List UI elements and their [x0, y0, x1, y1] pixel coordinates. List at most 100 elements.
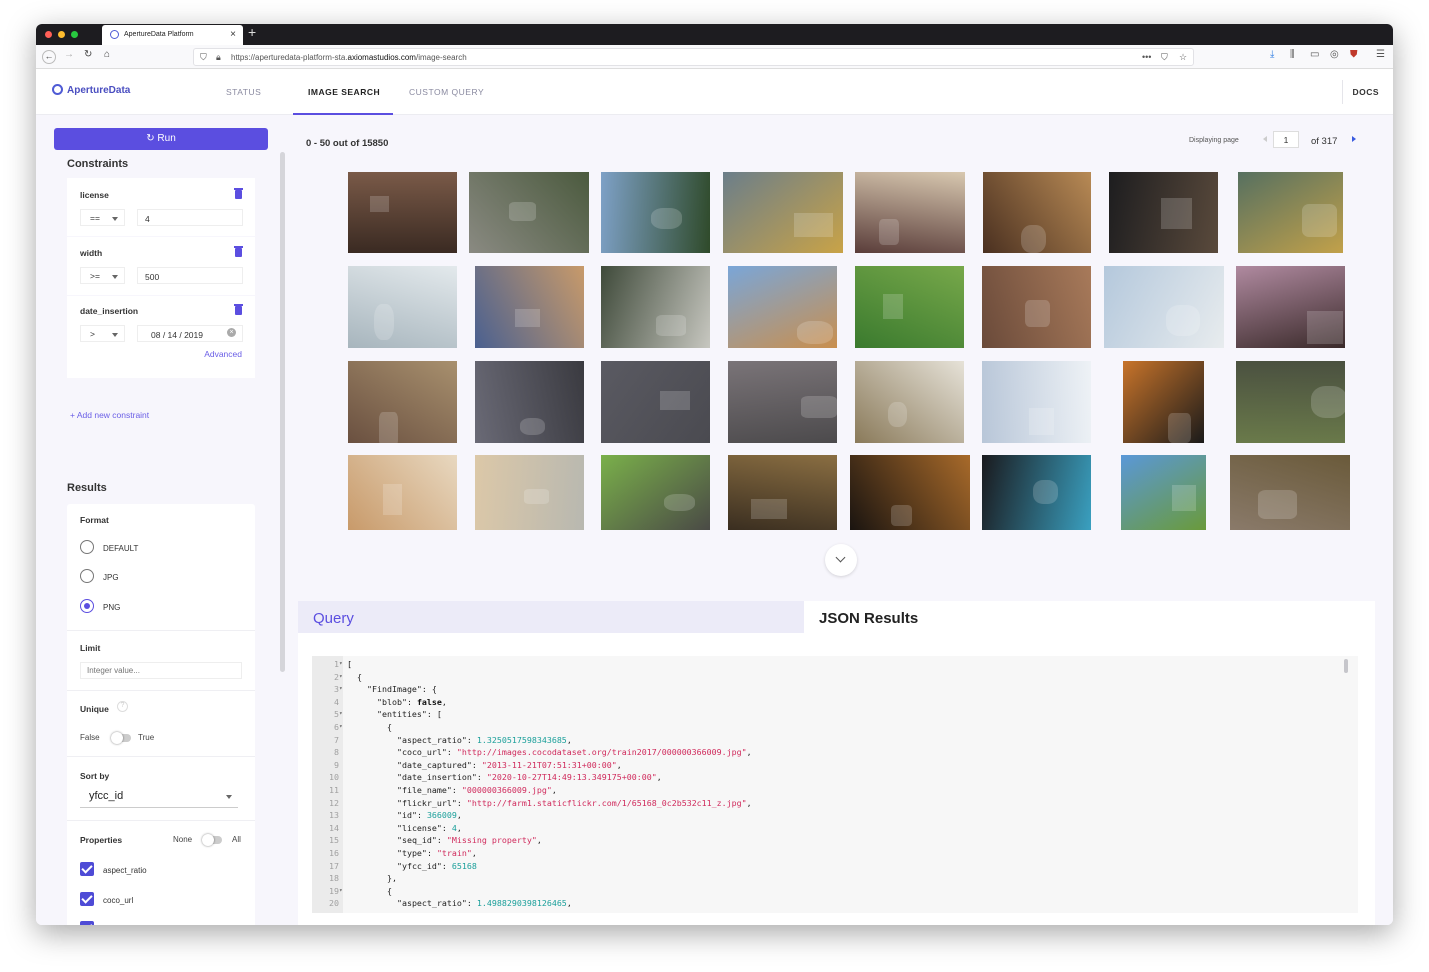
add-constraint-link[interactable]: + Add new constraint: [70, 410, 149, 420]
show-more-chevron-icon[interactable]: [825, 544, 857, 576]
result-image[interactable]: [601, 361, 710, 443]
fold-arrow-icon[interactable]: ▾: [339, 673, 343, 680]
image-highlight: [887, 402, 908, 427]
format-jpg-radio[interactable]: [80, 569, 94, 583]
run-button[interactable]: ↻ Run: [54, 128, 268, 150]
clear-date-icon[interactable]: ×: [227, 328, 236, 337]
result-image[interactable]: [475, 266, 584, 348]
sidebar-scrollbar[interactable]: [280, 152, 285, 672]
nav-status[interactable]: STATUS: [226, 87, 261, 97]
trash-icon[interactable]: [234, 188, 243, 199]
result-image[interactable]: [601, 172, 710, 253]
maximize-window-button[interactable]: [71, 31, 78, 38]
url-prefix: https://aperturedata-platform-sta.: [231, 53, 348, 62]
result-image[interactable]: [348, 266, 457, 348]
result-image[interactable]: [855, 266, 964, 348]
result-image[interactable]: [348, 172, 457, 253]
property-checkbox[interactable]: [80, 892, 94, 906]
nav-custom-query[interactable]: CUSTOM QUERY: [409, 87, 484, 97]
properties-toggle[interactable]: [202, 834, 222, 846]
constraint-value-input[interactable]: 500: [137, 267, 243, 284]
prev-page-icon[interactable]: [1260, 136, 1267, 142]
operator-select[interactable]: >=: [80, 267, 125, 284]
help-icon[interactable]: ?: [117, 701, 128, 712]
result-image[interactable]: [348, 455, 457, 530]
sortby-select[interactable]: yfcc_id: [80, 786, 238, 808]
query-editor[interactable]: 1 ▾[2 ▾ {3 ▾ "FindImage": {4 "blob": false,…: [312, 656, 1358, 913]
result-image[interactable]: [728, 361, 837, 443]
operator-select[interactable]: ==: [80, 209, 125, 226]
minimize-window-button[interactable]: [58, 31, 65, 38]
result-image[interactable]: [1123, 361, 1204, 443]
result-image[interactable]: [475, 455, 584, 530]
result-image[interactable]: [601, 266, 710, 348]
trash-icon[interactable]: [234, 246, 243, 257]
account-icon[interactable]: ◎: [1330, 49, 1339, 60]
limit-input[interactable]: [80, 662, 242, 679]
address-bar[interactable]: ⛉ 🔒︎ https://aperturedata-platform-sta.a…: [193, 48, 1194, 66]
result-image[interactable]: [601, 455, 710, 530]
result-image[interactable]: [982, 455, 1091, 530]
home-icon[interactable]: ⌂: [104, 49, 110, 60]
nav-docs[interactable]: DOCS: [1352, 87, 1379, 97]
tab-json-results[interactable]: JSON Results: [804, 601, 1375, 633]
result-image[interactable]: [1236, 361, 1345, 443]
result-image[interactable]: [728, 266, 837, 348]
result-image[interactable]: [982, 266, 1091, 348]
fold-arrow-icon[interactable]: ▾: [339, 887, 343, 894]
library-icon[interactable]: ⫼: [1290, 49, 1295, 60]
fold-arrow-icon[interactable]: ▾: [339, 685, 343, 692]
result-image[interactable]: [1236, 266, 1345, 348]
line-number: 7: [334, 734, 339, 745]
result-image[interactable]: [723, 172, 843, 253]
result-image[interactable]: [1238, 172, 1343, 253]
close-window-button[interactable]: [45, 31, 52, 38]
fold-arrow-icon[interactable]: ▾: [339, 660, 343, 667]
next-page-icon[interactable]: [1352, 136, 1359, 142]
format-png-radio[interactable]: [80, 599, 94, 613]
trash-icon[interactable]: [234, 304, 243, 315]
result-image[interactable]: [855, 172, 965, 253]
forward-icon[interactable]: →: [64, 49, 74, 60]
editor-scrollbar[interactable]: [1344, 659, 1348, 673]
property-checkbox[interactable]: [80, 921, 94, 925]
operator-select[interactable]: >: [80, 325, 125, 342]
back-icon[interactable]: ←: [42, 50, 56, 64]
page-input[interactable]: 1: [1273, 131, 1299, 148]
logo[interactable]: ApertureData: [52, 84, 130, 96]
constraint-value-input[interactable]: 4: [137, 209, 243, 226]
fold-arrow-icon[interactable]: ▾: [339, 710, 343, 717]
format-default-radio[interactable]: [80, 540, 94, 554]
tab-query[interactable]: Query: [298, 601, 804, 633]
advanced-link[interactable]: Advanced: [204, 349, 242, 359]
nav-image-search[interactable]: IMAGE SEARCH: [308, 87, 380, 97]
menu-icon[interactable]: ☰: [1376, 49, 1385, 60]
result-image[interactable]: [475, 361, 584, 443]
result-image[interactable]: [469, 172, 589, 253]
more-icon[interactable]: •••: [1142, 52, 1151, 62]
image-highlight: [1020, 224, 1046, 253]
fold-arrow-icon[interactable]: ▾: [339, 723, 343, 730]
result-image[interactable]: [850, 455, 970, 530]
result-image[interactable]: [855, 361, 964, 443]
result-image[interactable]: [1109, 172, 1218, 253]
property-checkbox[interactable]: [80, 862, 94, 876]
result-image[interactable]: [728, 455, 837, 530]
result-image[interactable]: [348, 361, 457, 443]
unique-toggle[interactable]: [111, 732, 131, 744]
close-tab-icon[interactable]: ×: [230, 29, 236, 40]
pocket-icon[interactable]: ⛉: [1161, 52, 1168, 63]
reload-icon[interactable]: ↻: [84, 49, 92, 60]
browser-tab[interactable]: ApertureData Platform ×: [102, 25, 243, 45]
bookmark-star-icon[interactable]: ☆: [1179, 52, 1187, 63]
active-nav-indicator: [293, 113, 393, 115]
new-tab-button[interactable]: +: [248, 24, 256, 40]
result-image[interactable]: [1121, 455, 1206, 530]
result-image[interactable]: [1104, 266, 1224, 348]
sidebar-icon[interactable]: ▭: [1310, 49, 1319, 60]
download-icon[interactable]: ⤓: [1270, 49, 1274, 60]
ublock-icon[interactable]: ⛊: [1350, 49, 1358, 60]
result-image[interactable]: [983, 172, 1091, 253]
result-image[interactable]: [1230, 455, 1350, 530]
result-image[interactable]: [982, 361, 1091, 443]
